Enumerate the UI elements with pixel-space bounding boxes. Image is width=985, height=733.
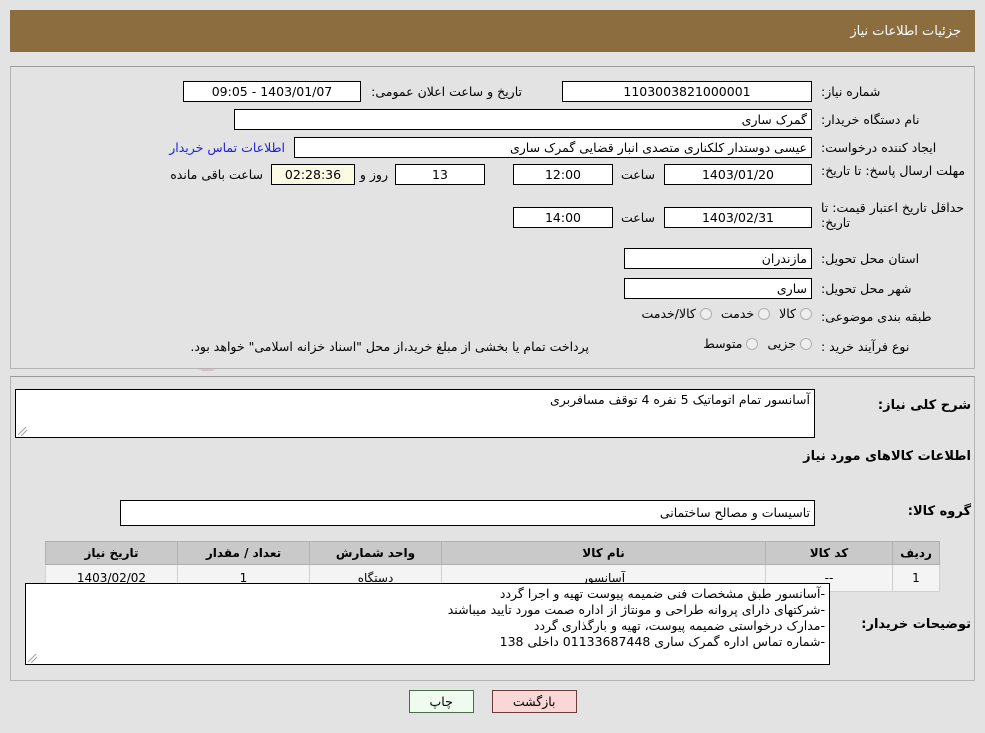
- buyer-note-line-0: -آسانسور طبق مشخصات فنی ضمیمه پیوست تهیه…: [499, 586, 825, 601]
- city-value: ساری: [624, 278, 812, 299]
- validity-hour-label: ساعت: [620, 210, 655, 225]
- countdown-label: ساعت باقی مانده: [170, 167, 263, 182]
- buyer-notes-label: توضیحات خریدار:: [861, 617, 971, 632]
- col-need-date: تاریخ نیاز: [45, 541, 178, 565]
- deadline-label: مهلت ارسال پاسخ: تا تاریخ:: [821, 163, 966, 178]
- province-label: استان محل تحویل:: [821, 251, 920, 266]
- buyer-org-label: نام دستگاه خریدار:: [821, 112, 920, 127]
- resize-grip-icon[interactable]: [28, 654, 37, 663]
- deadline-date-value: 1403/01/20: [664, 164, 812, 185]
- category-option-0-label: کالا: [779, 306, 796, 321]
- radio-process-minor[interactable]: [800, 337, 812, 350]
- table-header-row: ردیف کد کالا نام کالا واحد شمارش تعداد /…: [45, 541, 940, 565]
- buyer-notes-textarea[interactable]: -آسانسور طبق مشخصات فنی ضمیمه پیوست تهیه…: [25, 583, 830, 665]
- buyer-note-line-1: -شرکتهای دارای پروانه طراحی و مونتاژ از …: [447, 602, 825, 617]
- process-label: نوع فرآیند خرید :: [821, 339, 910, 354]
- buyer-note-line-2: -مدارک درخواستی ضمیمه پیوست، تهیه و بارگ…: [533, 618, 825, 633]
- remaining-days-label: روز و: [359, 167, 388, 182]
- deadline-hour-value: 12:00: [513, 164, 613, 185]
- col-unit: واحد شمارش: [309, 541, 442, 565]
- description-value: آسانسور تمام اتوماتیک 5 نفره 4 توقف مساف…: [549, 392, 810, 407]
- creator-value: عیسی دوستدار کلکناری متصدی انبار قضایی گ…: [294, 137, 812, 158]
- cell-row-number: 1: [892, 564, 940, 592]
- creator-label: ایجاد کننده درخواست:: [821, 140, 937, 155]
- validity-date-value: 1403/02/31: [664, 207, 812, 228]
- goods-group-value: تاسیسات و مصالح ساختمانی: [120, 500, 815, 526]
- announce-label: تاریخ و ساعت اعلان عمومی:: [371, 84, 522, 99]
- buyer-contact-link[interactable]: اطلاعات تماس خریدار: [169, 140, 285, 155]
- radio-category-goods[interactable]: [800, 307, 812, 320]
- need-number-label: شماره نیاز:: [821, 84, 881, 99]
- category-label: طبقه بندی موضوعی:: [821, 309, 932, 324]
- process-radio-group: جزیی متوسط: [694, 336, 812, 351]
- validity-hour-value: 14:00: [513, 207, 613, 228]
- process-option-0-label: جزیی: [767, 336, 796, 351]
- radio-category-service[interactable]: [758, 307, 771, 320]
- page-title: جزئیات اطلاعات نیاز: [850, 23, 961, 39]
- announce-value: 1403/01/07 - 09:05: [183, 81, 361, 102]
- category-option-1-label: خدمت: [720, 306, 755, 321]
- treasury-note: پرداخت تمام یا بخشی از مبلغ خرید،از محل …: [190, 339, 589, 354]
- description-label: شرح کلی نیاز:: [877, 398, 971, 413]
- province-value: مازندران: [624, 248, 812, 269]
- buyer-org-value: گمرک ساری: [234, 109, 812, 130]
- city-label: شهر محل تحویل:: [821, 281, 912, 296]
- page-title-bar: جزئیات اطلاعات نیاز: [10, 10, 975, 52]
- print-button[interactable]: چاپ: [408, 690, 474, 713]
- remaining-days-value: 13: [395, 164, 485, 185]
- col-item-code: کد کالا: [765, 541, 893, 565]
- col-quantity: تعداد / مقدار: [177, 541, 310, 565]
- action-button-bar: بازگشت چاپ: [0, 690, 985, 713]
- category-option-2-label: کالا/خدمت: [641, 306, 696, 321]
- back-button[interactable]: بازگشت: [491, 690, 577, 713]
- col-item-name: نام کالا: [441, 541, 766, 565]
- process-option-1-label: متوسط: [703, 336, 743, 351]
- page-root: AriaTender.net جزئیات اطلاعات نیاز شماره…: [0, 0, 985, 733]
- radio-process-medium[interactable]: [746, 337, 759, 350]
- resize-grip-icon[interactable]: [18, 427, 27, 436]
- buyer-note-line-3: -شماره تماس اداره گمرک ساری 01133687448 …: [499, 634, 825, 649]
- countdown-value: 02:28:36: [271, 164, 355, 185]
- goods-group-label: گروه کالا:: [907, 504, 971, 519]
- deadline-hour-label: ساعت: [620, 167, 655, 182]
- validity-label: حداقل تاریخ اعتبار قیمت: تا تاریخ:: [821, 200, 965, 230]
- goods-section-heading: اطلاعات کالاهای مورد نیاز: [803, 449, 971, 464]
- need-number-value: 1103003821000001: [562, 81, 812, 102]
- col-row-number: ردیف: [892, 541, 940, 565]
- description-textarea[interactable]: آسانسور تمام اتوماتیک 5 نفره 4 توقف مساف…: [15, 389, 815, 438]
- category-radio-group: کالا خدمت کالا/خدمت: [632, 306, 812, 321]
- radio-category-goods-service[interactable]: [699, 307, 712, 320]
